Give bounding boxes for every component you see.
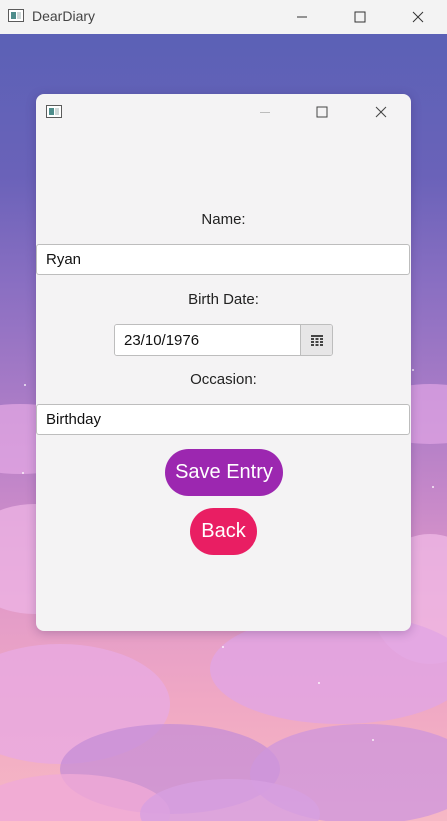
dialog-minimize-button[interactable] <box>240 94 290 130</box>
dialog-titlebar <box>36 94 411 130</box>
close-icon <box>375 106 387 118</box>
star-dot <box>24 384 26 386</box>
name-label: Name: <box>201 211 246 228</box>
back-button[interactable]: Back <box>190 508 257 555</box>
dialog-maximize-button[interactable] <box>297 94 347 130</box>
minimize-icon <box>260 111 270 113</box>
star-dot <box>318 682 320 684</box>
star-dot <box>22 472 24 474</box>
star-dot <box>432 486 434 488</box>
window-title: DearDiary <box>32 8 96 24</box>
save-entry-button[interactable]: Save Entry <box>165 449 283 496</box>
dialog-close-button[interactable] <box>356 94 406 130</box>
birth-date-input[interactable] <box>115 325 301 355</box>
star-dot <box>412 369 414 371</box>
maximize-button[interactable] <box>331 0 389 34</box>
birth-date-label: Birth Date: <box>188 291 259 308</box>
maximize-icon <box>354 11 366 23</box>
calendar-icon <box>310 334 323 346</box>
name-input[interactable] <box>36 244 410 275</box>
maximize-icon <box>316 106 328 118</box>
app-window-icon <box>8 9 24 22</box>
star-dot <box>372 739 374 741</box>
occasion-input[interactable] <box>36 404 410 435</box>
close-button[interactable] <box>389 0 447 34</box>
minimize-icon <box>297 16 307 18</box>
window-titlebar: DearDiary <box>0 0 447 34</box>
minimize-button[interactable] <box>273 0 331 34</box>
calendar-button[interactable] <box>300 325 332 355</box>
occasion-label: Occasion: <box>190 371 257 388</box>
entry-dialog: Name: Birth Date: Occasion: Save Entry B… <box>36 94 411 631</box>
close-icon <box>412 11 424 23</box>
app-window-icon <box>46 105 62 118</box>
star-dot <box>222 646 224 648</box>
birth-date-picker[interactable] <box>114 324 333 356</box>
